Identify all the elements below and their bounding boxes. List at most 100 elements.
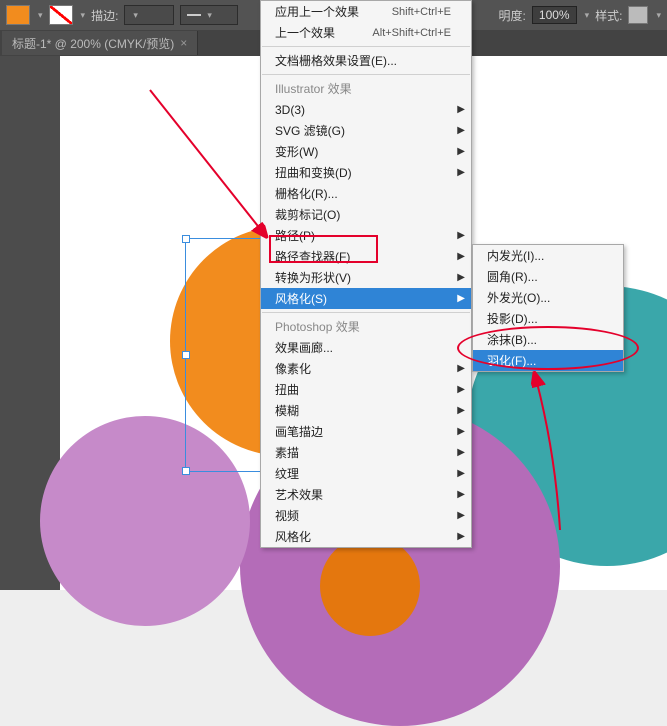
menu-item-apply-last-effect[interactable]: 应用上一个效果 Shift+Ctrl+E [261, 1, 471, 22]
menu-item-pathfinder[interactable]: 路径查找器(F) ▶ [261, 246, 471, 267]
menu-item-distort-ps[interactable]: 扭曲▶ [261, 379, 471, 400]
menu-item-round-corners[interactable]: 圆角(R)... [473, 266, 623, 287]
menu-item-blur[interactable]: 模糊 ▶ [261, 400, 471, 421]
menu-item-outer-glow[interactable]: 外发光(O)... [473, 287, 623, 308]
menu-item-drop-shadow[interactable]: 投影(D)... [473, 308, 623, 329]
menu-item-rasterize[interactable]: 栅格化(R)... [261, 183, 471, 204]
menu-item-label: 视频 [275, 507, 299, 524]
submenu-arrow-icon: ▶ [457, 293, 465, 304]
menu-item-stylize-ps[interactable]: 风格化 ▶ [261, 526, 471, 547]
submenu-arrow-icon: ▶ [457, 510, 465, 521]
resize-handle[interactable] [182, 235, 190, 243]
menu-item-label: 内发光(I)... [487, 247, 544, 264]
menu-item-inner-glow[interactable]: 内发光(I)... [473, 245, 623, 266]
shape-circle-orange-small[interactable] [320, 536, 420, 636]
menu-item-label: 文档栅格效果设置(E)... [275, 52, 397, 69]
separator [262, 312, 470, 313]
menu-item-video[interactable]: 视频 ▶ [261, 505, 471, 526]
submenu-arrow-icon: ▶ [457, 251, 465, 262]
menu-item-label: 风格化(S) [275, 290, 327, 307]
opacity-value[interactable]: 100% [532, 6, 577, 24]
submenu-arrow-icon: ▶ [457, 272, 465, 283]
stroke-label: 描边: [91, 7, 118, 24]
resize-handle[interactable] [182, 351, 190, 359]
menu-item-distort[interactable]: 扭曲和变换(D) ▶ [261, 162, 471, 183]
menu-item-label: 投影(D)... [487, 310, 538, 327]
stroke-swatch[interactable] [49, 5, 73, 25]
menu-item-fx-gallery[interactable]: 效果画廊... [261, 337, 471, 358]
fill-swatch[interactable] [6, 5, 30, 25]
menu-item-label: 风格化 [275, 528, 311, 545]
submenu-arrow-icon: ▶ [457, 489, 465, 500]
submenu-arrow-icon: ▶ [457, 405, 465, 416]
menu-item-pixelate[interactable]: 像素化 ▶ [261, 358, 471, 379]
submenu-arrow-icon: ▶ [457, 146, 465, 157]
menu-header-label: Photoshop 效果 [275, 318, 360, 335]
menu-item-stylize-ai[interactable]: 风格化(S) ▶ [261, 288, 471, 309]
close-icon[interactable]: × [180, 37, 187, 49]
menu-item-sketch[interactable]: 素描 ▶ [261, 442, 471, 463]
menu-item-label: 上一个效果 [275, 24, 335, 41]
brush-stroke-icon [187, 14, 201, 16]
submenu-arrow-icon: ▶ [457, 531, 465, 542]
menu-item-texture[interactable]: 纹理 ▶ [261, 463, 471, 484]
menu-item-crop-marks[interactable]: 裁剪标记(O) [261, 204, 471, 225]
menu-item-label: 路径(P) [275, 227, 315, 244]
menu-item-label: 纹理 [275, 465, 299, 482]
effects-menu: 应用上一个效果 Shift+Ctrl+E 上一个效果 Alt+Shift+Ctr… [260, 0, 472, 548]
separator [262, 74, 470, 75]
menu-item-feather[interactable]: 羽化(F)... [473, 350, 623, 371]
menu-item-brush-strokes[interactable]: 画笔描边 ▶ [261, 421, 471, 442]
chevron-down-icon[interactable]: ▾ [38, 10, 43, 21]
submenu-arrow-icon: ▶ [457, 447, 465, 458]
document-tab-title: 标题-1* @ 200% (CMYK/预览) [12, 35, 174, 52]
menu-item-label: 涂抹(B)... [487, 331, 537, 348]
menu-item-label: 圆角(R)... [487, 268, 538, 285]
submenu-arrow-icon: ▶ [457, 363, 465, 374]
menu-item-grid-settings[interactable]: 文档栅格效果设置(E)... [261, 50, 471, 71]
menu-item-label: 扭曲和变换(D) [275, 164, 352, 181]
menu-item-label: 艺术效果 [275, 486, 323, 503]
resize-handle[interactable] [182, 467, 190, 475]
menu-item-label: 外发光(O)... [487, 289, 550, 306]
menu-item-scribble[interactable]: 涂抹(B)... [473, 329, 623, 350]
submenu-arrow-icon: ▶ [457, 384, 465, 395]
submenu-arrow-icon: ▶ [457, 167, 465, 178]
chevron-down-icon[interactable]: ▾ [585, 10, 590, 21]
menu-item-3d[interactable]: 3D(3)▶ [261, 99, 471, 120]
style-label: 样式: [595, 7, 622, 24]
style-swatch[interactable] [628, 6, 648, 24]
menu-item-path[interactable]: 路径(P) ▶ [261, 225, 471, 246]
menu-header-photoshop: Photoshop 效果 [261, 316, 471, 337]
menu-item-label: 效果画廊... [275, 339, 333, 356]
menu-item-last-effect[interactable]: 上一个效果 Alt+Shift+Ctrl+E [261, 22, 471, 43]
menu-item-artistic[interactable]: 艺术效果 ▶ [261, 484, 471, 505]
menu-item-label: 画笔描边 [275, 423, 323, 440]
menu-item-label: 素描 [275, 444, 299, 461]
menu-item-label: 羽化(F)... [487, 352, 536, 369]
chevron-down-icon: ▾ [207, 10, 212, 21]
brush-combo[interactable]: ▾ [180, 5, 238, 25]
menu-header-label: Illustrator 效果 [275, 80, 352, 97]
menu-item-label: 3D(3) [275, 103, 305, 117]
menu-item-convert-shape[interactable]: 转换为形状(V) ▶ [261, 267, 471, 288]
submenu-arrow-icon: ▶ [457, 468, 465, 479]
menu-item-label: 像素化 [275, 360, 311, 377]
menu-item-label: 路径查找器(F) [275, 248, 350, 265]
chevron-down-icon[interactable]: ▾ [656, 10, 661, 21]
submenu-arrow-icon: ▶ [457, 426, 465, 437]
menu-item-label: 模糊 [275, 402, 299, 419]
shortcut-text: Alt+Shift+Ctrl+E [372, 27, 451, 39]
document-tab[interactable]: 标题-1* @ 200% (CMYK/预览) × [2, 31, 198, 55]
stroke-weight-combo[interactable]: ▾ [124, 5, 174, 25]
opacity-label: 明度: [499, 7, 526, 24]
menu-item-transform[interactable]: 变形(W)▶ [261, 141, 471, 162]
menu-item-svg-filter[interactable]: SVG 滤镜(G) ▶ [261, 120, 471, 141]
menu-item-label: SVG 滤镜(G) [275, 122, 345, 139]
menu-item-label: 栅格化(R)... [275, 185, 338, 202]
menu-item-label: 转换为形状(V) [275, 269, 351, 286]
chevron-down-icon: ▾ [133, 10, 138, 21]
submenu-arrow-icon: ▶ [457, 125, 465, 136]
chevron-down-icon[interactable]: ▾ [81, 10, 86, 21]
submenu-arrow-icon: ▶ [457, 230, 465, 241]
